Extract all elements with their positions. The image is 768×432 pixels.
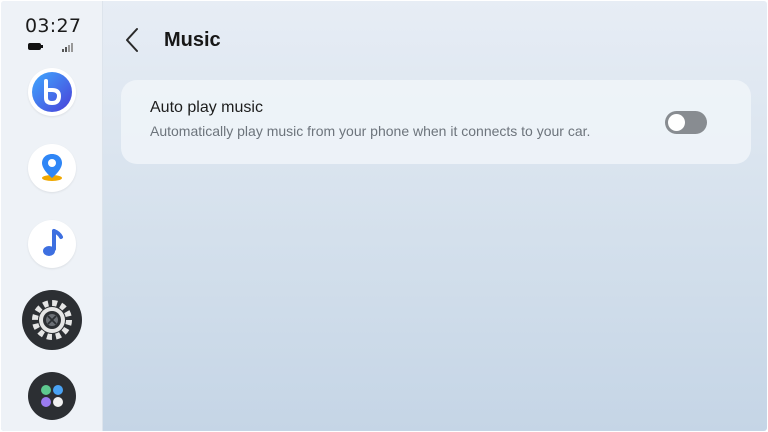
settings-app-button[interactable] <box>22 290 82 350</box>
location-pin-icon <box>42 154 62 181</box>
music-app-button[interactable] <box>28 220 76 268</box>
maps-app-button[interactable] <box>28 144 76 192</box>
apps-grid-icon <box>41 385 63 407</box>
back-button[interactable] <box>121 25 147 55</box>
setting-title: Auto play music <box>150 99 263 116</box>
screen: 03:27 Music Auto play music Automaticall… <box>1 1 767 431</box>
toggle-knob <box>668 114 685 131</box>
setting-description: Automatically play music from your phone… <box>150 123 591 139</box>
signal-icon <box>62 43 73 52</box>
auto-play-toggle[interactable] <box>665 111 707 134</box>
gear-icon <box>32 300 72 340</box>
header: Music <box>102 1 767 81</box>
assistant-icon <box>32 72 72 112</box>
music-note-icon <box>43 229 63 256</box>
sidebar: 03:27 <box>1 1 103 431</box>
auto-play-setting-row[interactable]: Auto play music Automatically play music… <box>121 80 751 164</box>
page-title: Music <box>164 29 221 51</box>
all-apps-button[interactable] <box>28 372 76 420</box>
status-clock: 03:27 <box>25 15 82 37</box>
assistant-app-button[interactable] <box>28 68 76 116</box>
battery-icon <box>28 43 43 50</box>
